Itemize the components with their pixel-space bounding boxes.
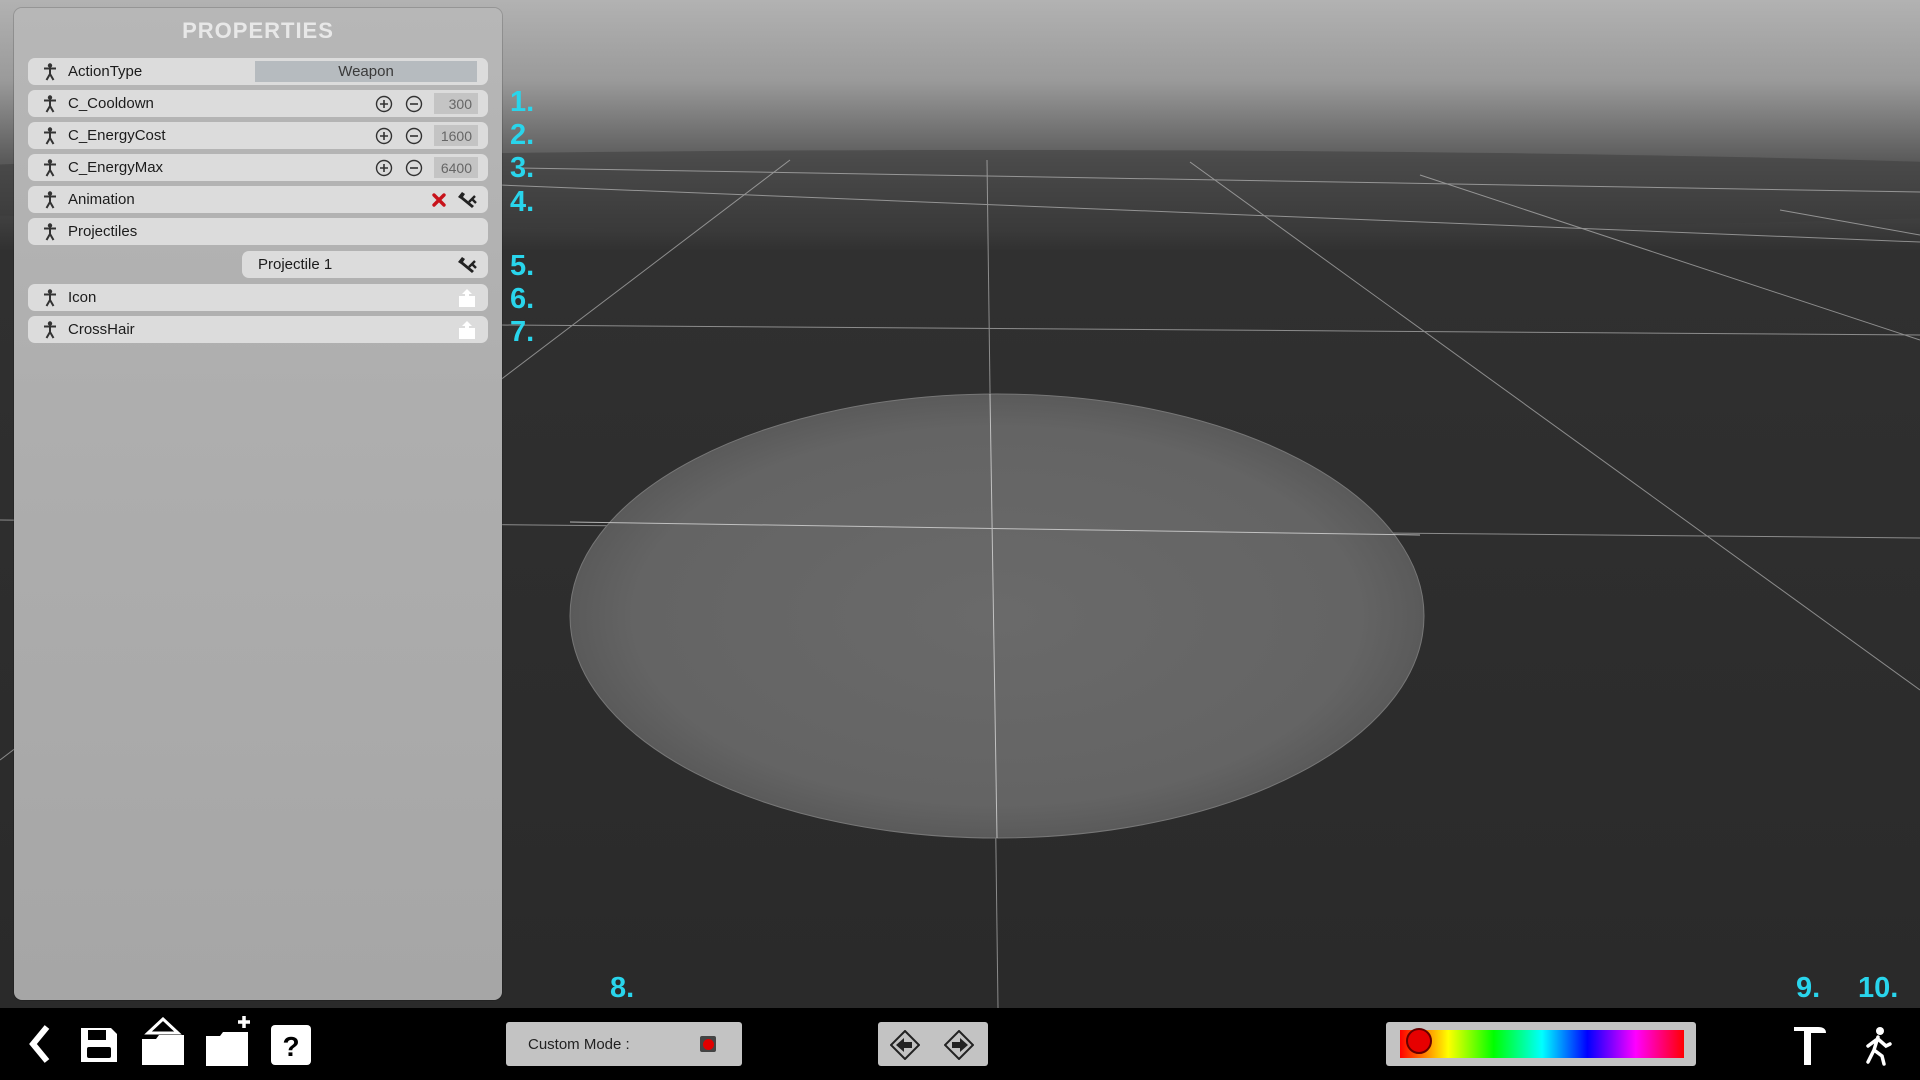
increment-button[interactable] <box>374 94 394 114</box>
property-label: Icon <box>68 289 97 306</box>
increment-button[interactable] <box>374 158 394 178</box>
person-icon <box>42 320 58 339</box>
property-row-c-energymax: C_EnergyMax 6400 <box>28 154 488 181</box>
step-number-10: 10. <box>1858 972 1899 1004</box>
panel-title: PROPERTIES <box>182 18 334 43</box>
property-row-c-cooldown: C_Cooldown 300 <box>28 90 488 117</box>
person-icon <box>42 288 58 307</box>
export-icon[interactable] <box>140 1016 186 1068</box>
record-indicator[interactable] <box>700 1036 716 1052</box>
decrement-button[interactable] <box>404 158 424 178</box>
person-icon <box>42 62 58 81</box>
energycost-value-field[interactable]: 1600 <box>434 125 478 146</box>
property-label: CrossHair <box>68 321 135 338</box>
property-label: C_EnergyMax <box>68 159 164 176</box>
minus-circle-icon <box>405 95 423 112</box>
color-picker[interactable] <box>1386 1022 1696 1066</box>
plus-circle-icon <box>375 159 393 176</box>
save-icon[interactable] <box>78 1022 120 1066</box>
property-row-crosshair: CrossHair <box>28 316 488 343</box>
property-row-c-energycost: C_EnergyCost 1600 <box>28 122 488 149</box>
minus-circle-icon <box>405 127 423 144</box>
person-icon <box>42 222 58 241</box>
minus-circle-icon <box>405 159 423 176</box>
remove-icon[interactable] <box>426 189 452 211</box>
plus-circle-icon <box>375 95 393 112</box>
custom-mode-toggle[interactable]: Custom Mode : <box>506 1022 742 1066</box>
property-label: C_EnergyCost <box>68 127 166 144</box>
record-dot-icon <box>702 1038 714 1050</box>
property-row-projectiles: Projectiles <box>28 218 488 245</box>
step-number-9: 9. <box>1796 972 1821 1004</box>
left-arrow-icon[interactable] <box>890 1030 920 1060</box>
right-arrow-icon[interactable] <box>944 1030 974 1060</box>
step-number-8: 8. <box>610 972 635 1004</box>
property-label: ActionType <box>68 63 143 80</box>
decrement-button[interactable] <box>404 94 424 114</box>
import-file-icon[interactable] <box>454 287 480 309</box>
projectile-item[interactable]: Projectile 1 <box>242 251 488 278</box>
cooldown-value-field[interactable]: 300 <box>434 93 478 114</box>
property-row-actiontype[interactable]: ActionType Weapon <box>28 58 488 85</box>
energymax-value-field[interactable]: 6400 <box>434 157 478 178</box>
new-folder-icon[interactable] <box>204 1014 254 1068</box>
custom-mode-label: Custom Mode : <box>528 1035 630 1053</box>
walk-icon[interactable] <box>1860 1024 1896 1068</box>
hammer-icon[interactable] <box>1790 1022 1830 1068</box>
back-icon[interactable] <box>24 1022 56 1066</box>
help-icon[interactable]: ? <box>270 1024 312 1066</box>
wrench-icon[interactable] <box>454 254 480 276</box>
step-number-1: 1. <box>510 86 535 118</box>
properties-panel: PROPERTIES ActionType Weapon C_Cooldown … <box>14 8 502 1000</box>
property-row-icon: Icon <box>28 284 488 311</box>
person-icon <box>42 126 58 145</box>
step-number-3: 3. <box>510 152 535 184</box>
person-icon <box>42 158 58 177</box>
actiontype-dropdown[interactable]: Weapon <box>255 61 477 82</box>
step-number-6: 6. <box>510 283 535 315</box>
step-number-2: 2. <box>510 119 535 151</box>
step-number-5: 5. <box>510 250 535 282</box>
hue-slider[interactable] <box>1400 1028 1684 1058</box>
svg-text:?: ? <box>282 1031 299 1062</box>
floor-disc <box>569 393 1425 839</box>
hue-slider-handle[interactable] <box>1406 1028 1432 1054</box>
property-label: Projectiles <box>68 223 138 240</box>
decrement-button[interactable] <box>404 126 424 146</box>
import-file-icon[interactable] <box>454 319 480 341</box>
property-label: Animation <box>68 191 135 208</box>
property-label: C_Cooldown <box>68 95 154 112</box>
wrench-icon[interactable] <box>454 189 480 211</box>
plus-circle-icon <box>375 127 393 144</box>
navigation-controls <box>878 1022 988 1066</box>
step-number-4: 4. <box>510 186 535 218</box>
property-row-animation: Animation <box>28 186 488 213</box>
person-icon <box>42 190 58 209</box>
step-number-7: 7. <box>510 316 535 348</box>
person-icon <box>42 94 58 113</box>
increment-button[interactable] <box>374 126 394 146</box>
projectile-label: Projectile 1 <box>258 256 333 273</box>
